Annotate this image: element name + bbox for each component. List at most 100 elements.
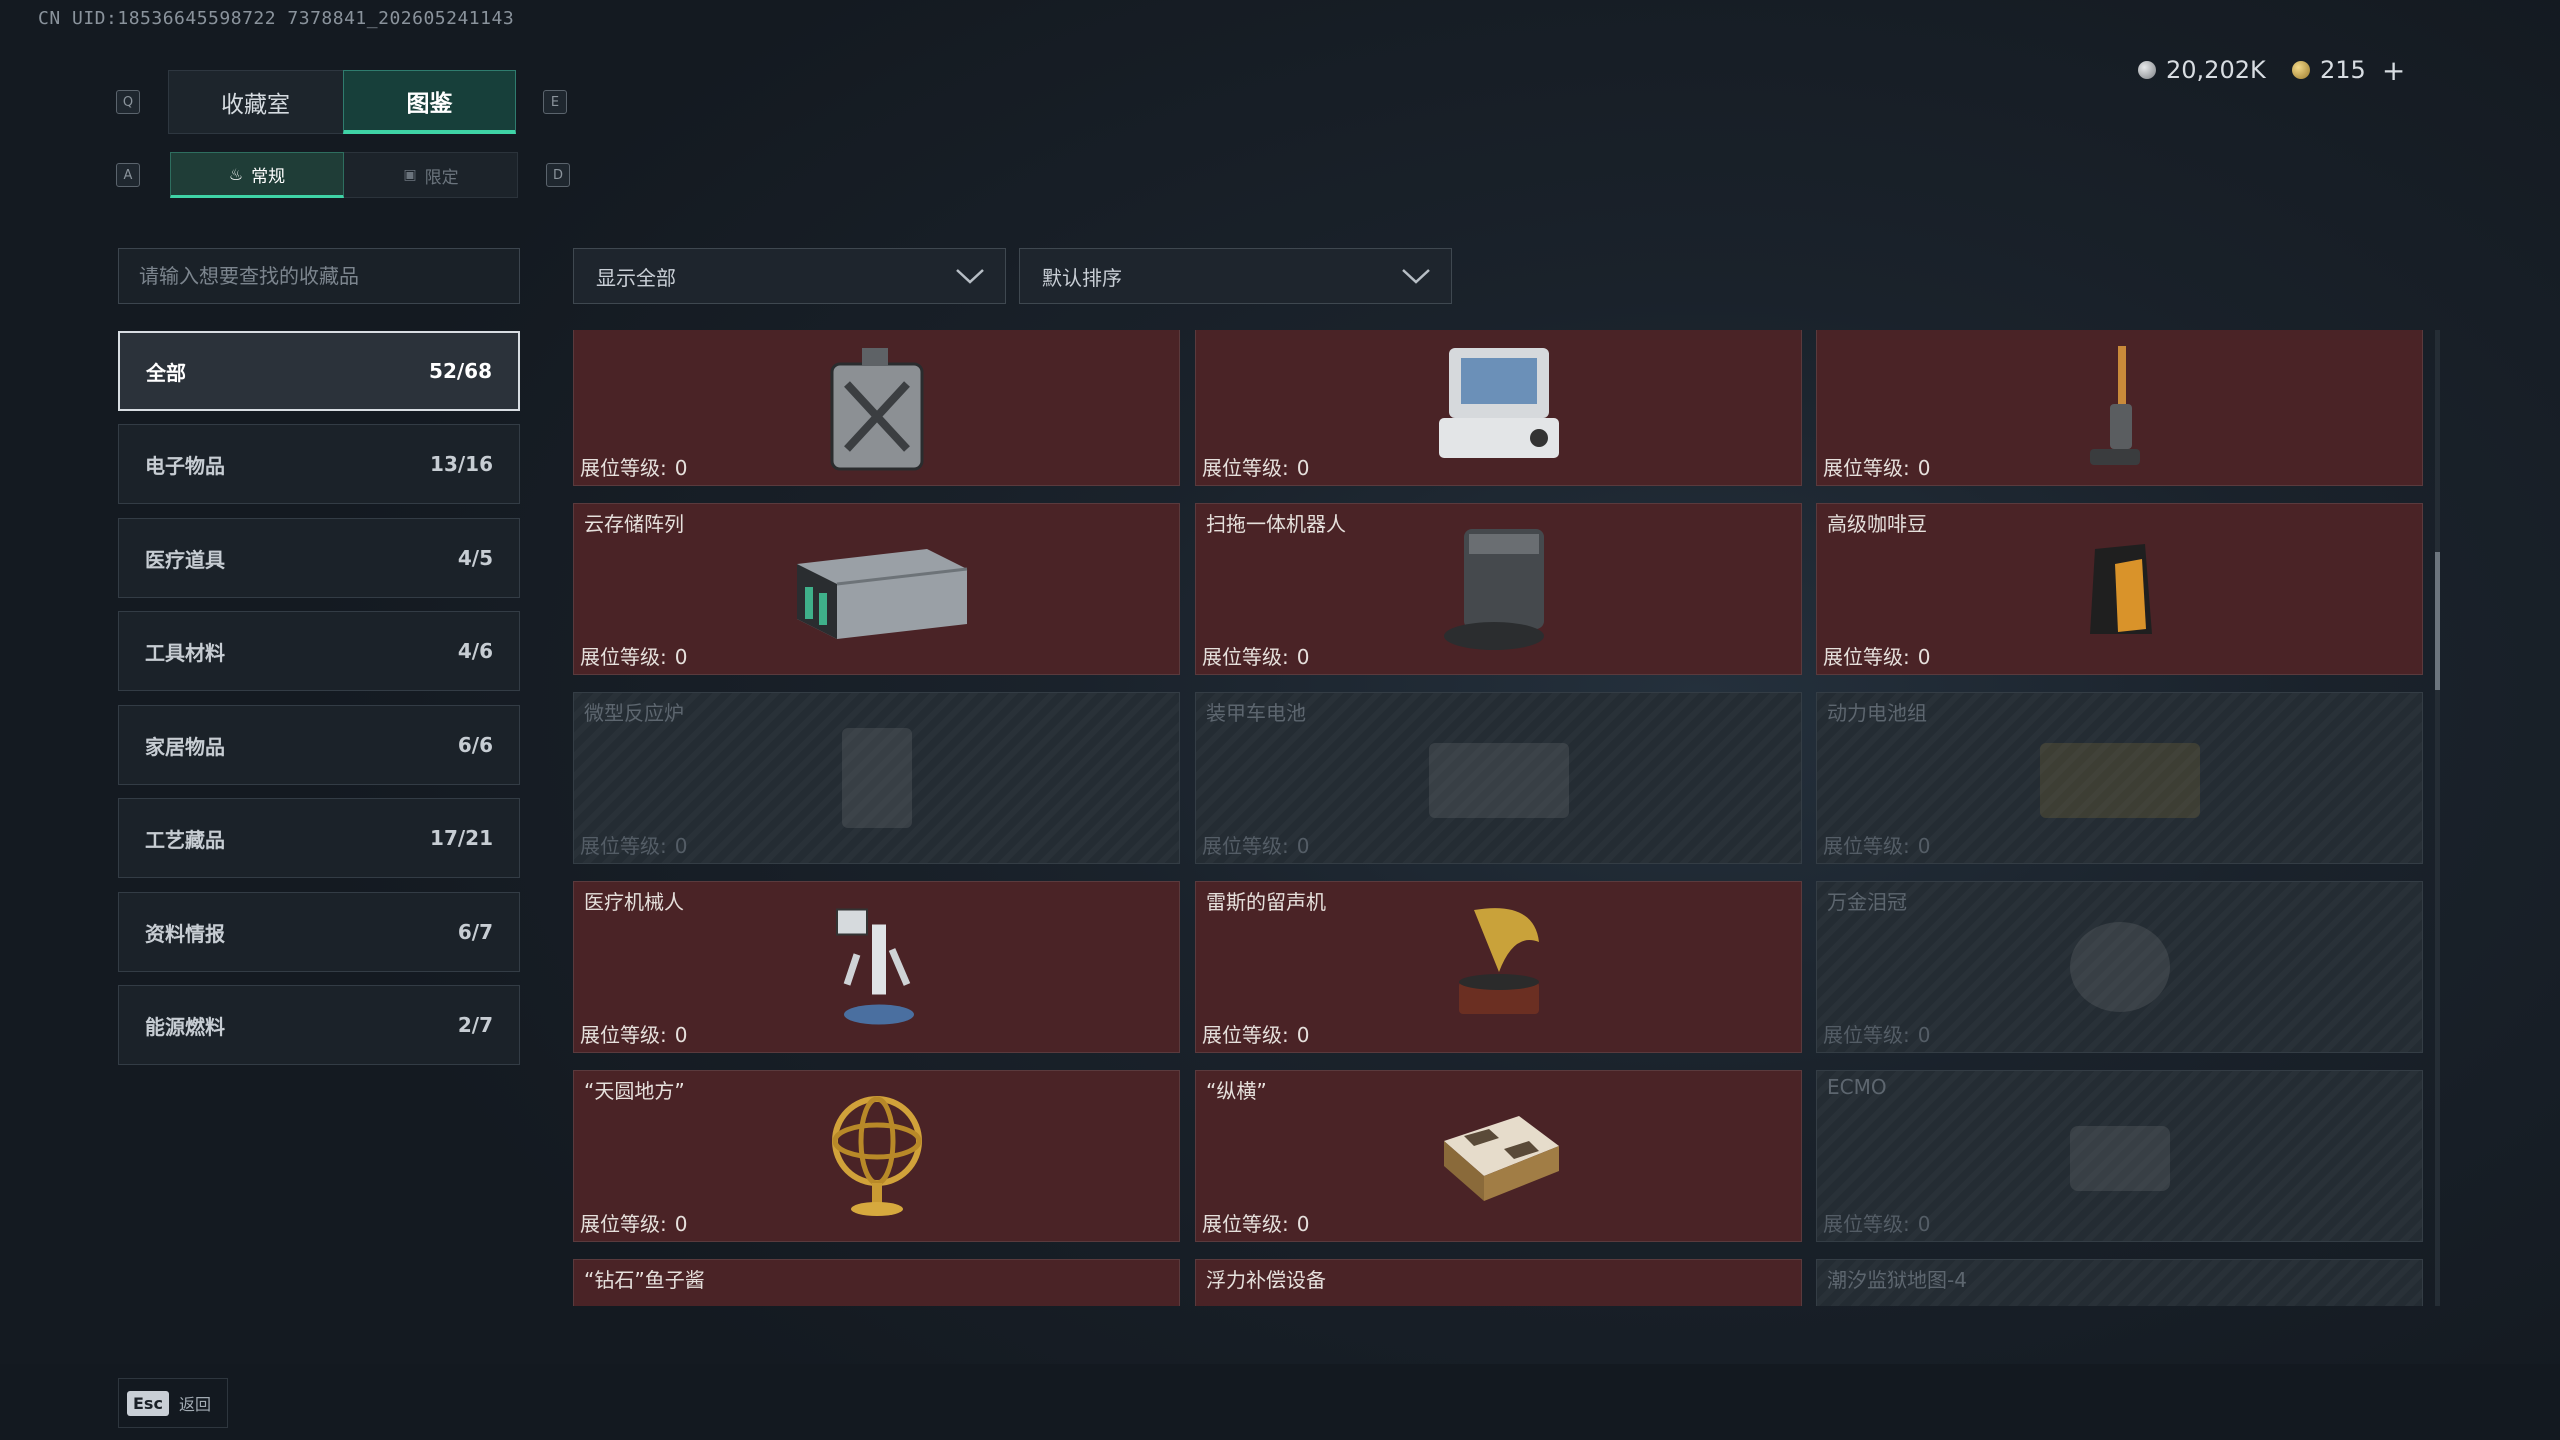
gold-coin-icon: [2292, 61, 2310, 79]
level-label: 展位等级: 0: [580, 834, 688, 858]
level-label: 展位等级: 0: [1823, 834, 1931, 858]
next-tab-key[interactable]: E: [543, 90, 567, 114]
category-label: 资料情报: [145, 921, 225, 946]
category-intel[interactable]: 资料情报 6/7: [118, 892, 520, 972]
item-name: ECMO: [1827, 1075, 1887, 1099]
category-count: 52/68: [429, 359, 492, 383]
level-label: 展位等级: 0: [1202, 456, 1310, 480]
silver-currency: 20,202K: [2138, 54, 2266, 86]
category-label: 医疗道具: [145, 547, 225, 572]
item-card[interactable]: 云存储阵列 展位等级: 0: [573, 503, 1180, 675]
silver-amount: 20,202K: [2166, 56, 2266, 84]
item-card-locked[interactable]: 动力电池组 展位等级: 0: [1816, 692, 2423, 864]
gold-amount: 215: [2320, 56, 2366, 84]
prev-tab-key[interactable]: Q: [116, 90, 140, 114]
level-label: 展位等级: 0: [1202, 834, 1310, 858]
category-label: 全部: [146, 360, 186, 385]
crown-icon: [2069, 922, 2170, 1012]
level-label: 展位等级: 0: [1202, 1023, 1310, 1047]
add-currency-button[interactable]: +: [2382, 54, 2405, 87]
category-count: 4/5: [457, 546, 493, 570]
grid-scrollbar[interactable]: [2435, 330, 2440, 1306]
category-count: 2/7: [457, 1013, 493, 1037]
category-tools[interactable]: 工具材料 4/6: [118, 611, 520, 691]
silver-coin-icon: [2138, 61, 2156, 79]
flame-icon: ♨: [228, 164, 244, 184]
item-card[interactable]: “钻石”鱼子酱: [573, 1259, 1180, 1306]
item-card[interactable]: “纵横” 展位等级: 0: [1195, 1070, 1802, 1242]
gold-currency: 215 +: [2292, 54, 2405, 87]
item-name: “纵横”: [1206, 1079, 1267, 1103]
item-card-locked[interactable]: 装甲车电池 展位等级: 0: [1195, 692, 1802, 864]
medical-robot-icon: [835, 908, 914, 1025]
subtab-limited[interactable]: ▣ 限定: [344, 152, 518, 198]
level-label: 展位等级: 0: [1823, 1212, 1931, 1236]
search-box[interactable]: [118, 248, 520, 304]
item-name: “钻石”鱼子酱: [584, 1268, 705, 1292]
category-label: 能源燃料: [145, 1014, 225, 1039]
category-count: 6/6: [457, 733, 493, 757]
coffee-bag-icon: [2089, 544, 2152, 634]
item-name: 医疗机械人: [584, 890, 684, 914]
subtab-regular[interactable]: ♨ 常规: [170, 152, 344, 198]
item-name: 扫拖一体机器人: [1206, 512, 1346, 536]
item-card[interactable]: 高级咖啡豆 展位等级: 0: [1816, 503, 2423, 675]
item-card[interactable]: “天圆地方” 展位等级: 0: [573, 1070, 1180, 1242]
category-electronics[interactable]: 电子物品 13/16: [118, 424, 520, 504]
bottom-bar: [0, 1364, 2560, 1440]
category-label: 工具材料: [145, 640, 225, 665]
armillary-icon: [831, 1096, 922, 1216]
item-card[interactable]: 雷斯的留声机 展位等级: 0: [1195, 881, 1802, 1053]
subtab-regular-label: 常规: [251, 166, 286, 187]
item-name: 雷斯的留声机: [1206, 890, 1326, 914]
item-card-locked[interactable]: ECMO 展位等级: 0: [1816, 1070, 2423, 1242]
category-medical[interactable]: 医疗道具 4/5: [118, 518, 520, 598]
category-count: 4/6: [457, 639, 493, 663]
item-grid: 展位等级: 0 展位等级: 0 展位等级: 0 云存储阵列 展位等级: 0 扫拖一体机器…: [573, 330, 2425, 1306]
chevron-down-icon: [956, 269, 984, 284]
level-label: 展位等级: 0: [1823, 456, 1931, 480]
gramophone-icon: [1458, 908, 1539, 1014]
item-card[interactable]: 浮力补偿设备: [1195, 1259, 1802, 1306]
mop-robot-icon: [1443, 529, 1544, 650]
ecmo-icon: [2069, 1126, 2170, 1191]
search-input[interactable]: [139, 264, 499, 288]
tab-catalog[interactable]: 图鉴: [343, 70, 516, 134]
level-label: 展位等级: 0: [1823, 645, 1931, 669]
back-button[interactable]: Esc 返回: [118, 1378, 228, 1428]
level-label: 展位等级: 0: [580, 1023, 688, 1047]
item-name: 微型反应炉: [584, 701, 684, 725]
item-card-locked[interactable]: 潮汐监狱地图-4: [1816, 1259, 2423, 1306]
subtab-limited-label: 限定: [424, 167, 459, 188]
item-name: 云存储阵列: [584, 512, 684, 536]
item-card[interactable]: 医疗机械人 展位等级: 0: [573, 881, 1180, 1053]
item-card-locked[interactable]: 微型反应炉 展位等级: 0: [573, 692, 1180, 864]
category-crafts[interactable]: 工艺藏品 17/21: [118, 798, 520, 878]
category-label: 工艺藏品: [145, 827, 225, 852]
category-energy[interactable]: 能源燃料 2/7: [118, 985, 520, 1065]
item-card[interactable]: 扫拖一体机器人 展位等级: 0: [1195, 503, 1802, 675]
grid-scrollbar-thumb[interactable]: [2435, 552, 2440, 690]
filter-dropdown[interactable]: 显示全部: [573, 248, 1006, 304]
tab-collection-room[interactable]: 收藏室: [168, 70, 343, 134]
sort-dropdown[interactable]: 默认排序: [1019, 248, 1452, 304]
prev-subtab-key[interactable]: A: [116, 163, 140, 187]
category-all[interactable]: 全部 52/68: [118, 331, 520, 411]
back-label: 返回: [178, 1395, 211, 1414]
sort-dropdown-value: 默认排序: [1042, 265, 1122, 290]
item-card[interactable]: 展位等级: 0: [1195, 330, 1802, 486]
item-name: 潮汐监狱地图-4: [1827, 1268, 1967, 1292]
item-card[interactable]: 展位等级: 0: [573, 330, 1180, 486]
level-label: 展位等级: 0: [1202, 1212, 1310, 1236]
level-label: 展位等级: 0: [1823, 1023, 1931, 1047]
category-count: 17/21: [430, 826, 493, 850]
next-subtab-key[interactable]: D: [546, 163, 570, 187]
item-name: 高级咖啡豆: [1827, 512, 1927, 536]
item-card[interactable]: 展位等级: 0: [1816, 330, 2423, 486]
item-card-locked[interactable]: 万金泪冠 展位等级: 0: [1816, 881, 2423, 1053]
category-household[interactable]: 家居物品 6/6: [118, 705, 520, 785]
item-name: 动力电池组: [1827, 701, 1927, 725]
level-label: 展位等级: 0: [580, 1212, 688, 1236]
category-label: 电子物品: [145, 453, 225, 478]
item-name: “天圆地方”: [584, 1079, 685, 1103]
